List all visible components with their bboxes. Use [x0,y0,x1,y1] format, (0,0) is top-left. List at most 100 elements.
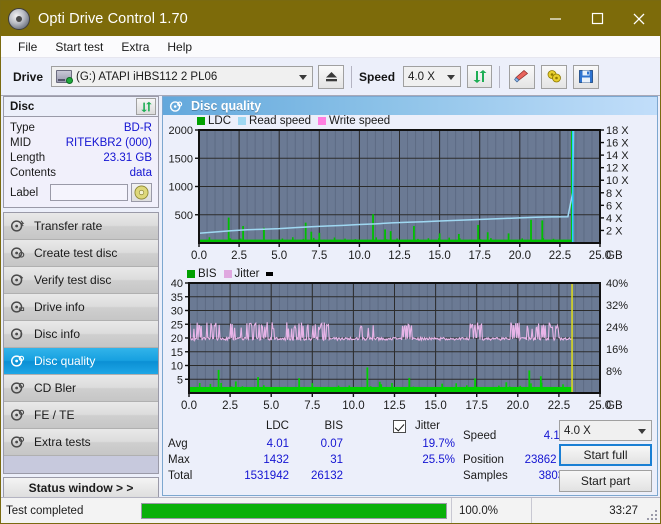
disc-panel-title: Disc [10,101,34,113]
sidebar-item-fe-te[interactable]: FE / TE [4,402,158,429]
svg-text:2.5: 2.5 [222,400,238,412]
stats-row-label-avg: Avg [168,438,188,450]
legend-label-jitter: Jitter [235,268,260,280]
disc-info-row-type: Type BD-R [10,120,152,135]
refresh-button[interactable] [467,65,492,88]
menu-item-extra[interactable]: Extra [112,38,158,56]
disc-contents-value: data [130,167,152,179]
svg-text:14 X: 14 X [606,150,629,162]
svg-text:22.5: 22.5 [548,400,570,412]
status-window-button[interactable]: Status window > > [3,477,159,498]
disc-icon [10,246,25,260]
sidebar-item-cd-bler[interactable]: CD Bler [4,375,158,402]
svg-text:15.0: 15.0 [424,400,446,412]
svg-text:35: 35 [171,292,183,304]
progress-percent: 100.0% [451,498,531,524]
legend-entry-bis: BIS [187,268,217,280]
svg-text:16%: 16% [606,344,628,356]
disc-quality-icon [169,100,183,113]
jitter-checkbox[interactable] [393,420,406,433]
stats-header-bis: BIS [303,420,343,432]
sidebar-label: Transfer rate [34,219,102,233]
disc-label-input[interactable] [50,184,128,201]
minimize-icon[interactable] [534,1,576,36]
drive-select[interactable]: (G:) ATAPI iHBS112 2 PL06 [51,66,313,87]
disc-mid-value: RITEKBR2 (000) [66,137,152,149]
legend-swatch-read-speed [238,117,246,125]
sidebar-item-transfer-rate[interactable]: Transfer rate [4,213,158,240]
sidebar-item-disc-quality[interactable]: Disc quality [4,348,158,375]
jitter-label: Jitter [415,420,440,432]
svg-text:2000: 2000 [169,125,193,137]
cd-icon-button[interactable] [131,183,152,202]
svg-text:12 X: 12 X [606,163,629,175]
jitter-max-value: 25.5% [393,454,455,466]
svg-text:0.0: 0.0 [191,250,207,262]
drive-label: Drive [13,70,43,84]
legend-label-read-speed: Read speed [249,115,311,127]
erase-button[interactable] [509,65,535,89]
svg-text:4 X: 4 X [606,213,623,225]
test-speed-select[interactable]: 4.0 X [559,420,652,441]
toolbar: Drive (G:) ATAPI iHBS112 2 PL06 Speed 4.… [1,58,660,96]
menu-bar: File Start test Extra Help [1,36,660,58]
legend-label-write-speed: Write speed [329,115,390,127]
progress-bar [141,503,447,519]
drive-icon [56,70,72,83]
nav-filler [4,456,158,473]
menu-item-file[interactable]: File [9,38,46,56]
disc-info-row-mid: MID RITEKBR2 (000) [10,135,152,150]
svg-text:18 X: 18 X [606,125,629,137]
sidebar-item-drive-info[interactable]: Drive info [4,294,158,321]
legend-label-bis: BIS [198,268,217,280]
legend-label-ldc: LDC [208,115,231,127]
svg-text:22.5: 22.5 [549,250,571,262]
svg-text:5.0: 5.0 [263,400,279,412]
svg-text:5.0: 5.0 [271,250,287,262]
sidebar-label: Drive info [34,300,85,314]
svg-text:12.5: 12.5 [383,400,405,412]
content-panel: Disc quality LDC Read speed Write speed [162,96,658,496]
sidebar-label: Disc info [34,327,80,341]
svg-text:500: 500 [175,210,193,222]
start-part-button[interactable]: Start part [559,470,652,492]
eject-button[interactable] [318,65,344,89]
chevron-down-icon [638,429,646,434]
legend-entry-write-speed: Write speed [318,115,390,127]
disc-quality-icon [10,354,25,368]
resize-grip[interactable] [646,509,657,520]
test-speed-value: 4.0 X [564,425,591,437]
svg-text:0.0: 0.0 [181,400,197,412]
maximize-icon[interactable] [576,1,618,36]
menu-item-help[interactable]: Help [158,38,201,56]
menu-item-start-test[interactable]: Start test [46,38,112,56]
disc-refresh-button[interactable] [136,98,156,115]
sidebar-item-disc-info[interactable]: Disc info [4,321,158,348]
close-icon[interactable] [618,1,660,36]
svg-text:10 X: 10 X [606,175,629,187]
bookmark-button[interactable] [541,65,567,89]
svg-text:20.0: 20.0 [509,250,531,262]
sidebar-label: Disc quality [34,354,95,368]
window-controls [534,1,660,36]
svg-text:24%: 24% [606,322,628,334]
save-button[interactable] [573,65,599,89]
sidebar-item-extra-tests[interactable]: Extra tests [4,429,158,456]
status-text: Test completed [1,505,141,517]
bis-total-value: 26132 [289,470,343,482]
sidebar-item-create-test-disc[interactable]: Create test disc [4,240,158,267]
svg-text:10.0: 10.0 [348,250,370,262]
legend-swatch-black [266,272,273,276]
start-full-button[interactable]: Start full [559,444,652,466]
disc-icon [10,408,25,422]
svg-text:15.0: 15.0 [428,250,450,262]
bis-max-value: 31 [289,454,343,466]
speed-select[interactable]: 4.0 X [403,66,461,87]
disc-label-row: Label [10,183,152,202]
disc-icon [10,273,25,287]
svg-text:8%: 8% [606,366,622,378]
disc-length-value: 23.31 GB [103,152,152,164]
ldc-max-value: 1432 [229,454,289,466]
sidebar-item-verify-test-disc[interactable]: Verify test disc [4,267,158,294]
sidebar-label: CD Bler [34,381,76,395]
